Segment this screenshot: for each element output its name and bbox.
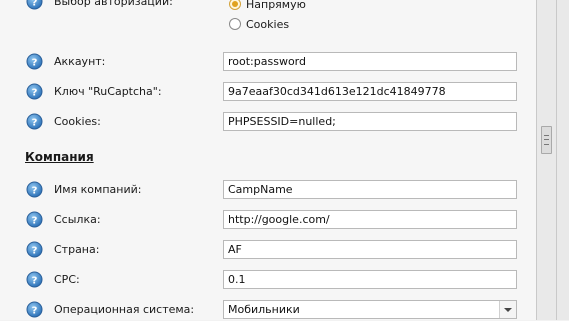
svg-text:?: ?	[32, 215, 38, 226]
cpc-input[interactable]: 0.1	[223, 270, 517, 289]
help-icon[interactable]: ?	[26, 301, 43, 318]
scrollbar-thumb[interactable]	[541, 126, 552, 154]
help-icon[interactable]: ?	[26, 83, 43, 100]
field-company-name: ? Имя компаний: CampName	[0, 179, 537, 201]
field-rucaptcha-key: ? Ключ "RuCaptcha": 9a7eaaf30cd341d613e1…	[0, 81, 537, 103]
help-icon[interactable]: ?	[26, 113, 43, 130]
account-label: Аккаунт:	[54, 55, 106, 68]
scrollbar[interactable]	[537, 0, 569, 320]
scrollbar-divider	[556, 0, 557, 320]
cookies-label: Cookies:	[54, 115, 101, 128]
svg-text:?: ?	[32, 0, 38, 8]
link-label: Ссылка:	[54, 213, 101, 226]
link-input[interactable]: http://google.com/	[223, 210, 517, 229]
field-country: ? Страна: AF	[0, 239, 537, 261]
os-select-value: Мобильники	[228, 303, 300, 316]
help-icon[interactable]: ?	[26, 0, 43, 10]
help-icon[interactable]: ?	[26, 181, 43, 198]
company-name-input[interactable]: CampName	[223, 180, 517, 199]
radio-direct-label: Напрямую	[246, 0, 306, 11]
account-input[interactable]: root:password	[223, 52, 517, 71]
field-os: ? Операционная система: Мобильники	[0, 299, 537, 321]
field-account: ? Аккаунт: root:password	[0, 51, 537, 73]
field-link: ? Ссылка: http://google.com/	[0, 209, 537, 231]
os-select[interactable]: Мобильники	[223, 300, 517, 319]
svg-text:?: ?	[32, 87, 38, 98]
svg-text:?: ?	[32, 185, 38, 196]
rucaptcha-label: Ключ "RuCaptcha":	[54, 85, 162, 98]
help-icon[interactable]: ?	[26, 241, 43, 258]
help-icon[interactable]: ?	[26, 271, 43, 288]
radio-cookies-label: Cookies	[246, 18, 290, 31]
svg-text:?: ?	[32, 275, 38, 286]
country-input[interactable]: AF	[223, 240, 517, 259]
section-company-header: Компания	[25, 150, 94, 164]
country-label: Страна:	[54, 243, 100, 256]
settings-panel: ? Выбор авторизации: Напрямую Cookies ? …	[0, 0, 537, 320]
cookies-input[interactable]: PHPSESSID=nulled;	[223, 112, 517, 131]
help-icon[interactable]: ?	[26, 53, 43, 70]
svg-text:?: ?	[32, 305, 38, 316]
rucaptcha-input[interactable]: 9a7eaaf30cd341d613e121dc41849778	[223, 82, 517, 101]
help-icon[interactable]: ?	[26, 211, 43, 228]
field-cpc: ? CPC: 0.1	[0, 269, 537, 291]
company-name-label: Имя компаний:	[54, 183, 142, 196]
radio-cookies[interactable]	[229, 18, 241, 30]
svg-text:?: ?	[32, 245, 38, 256]
svg-text:?: ?	[32, 57, 38, 68]
chevron-down-icon[interactable]	[499, 301, 516, 318]
svg-text:?: ?	[32, 117, 38, 128]
field-cookies: ? Cookies: PHPSESSID=nulled;	[0, 111, 537, 133]
cpc-label: CPC:	[54, 273, 80, 286]
auth-label: Выбор авторизации:	[54, 0, 173, 8]
os-label: Операционная система:	[54, 303, 195, 316]
